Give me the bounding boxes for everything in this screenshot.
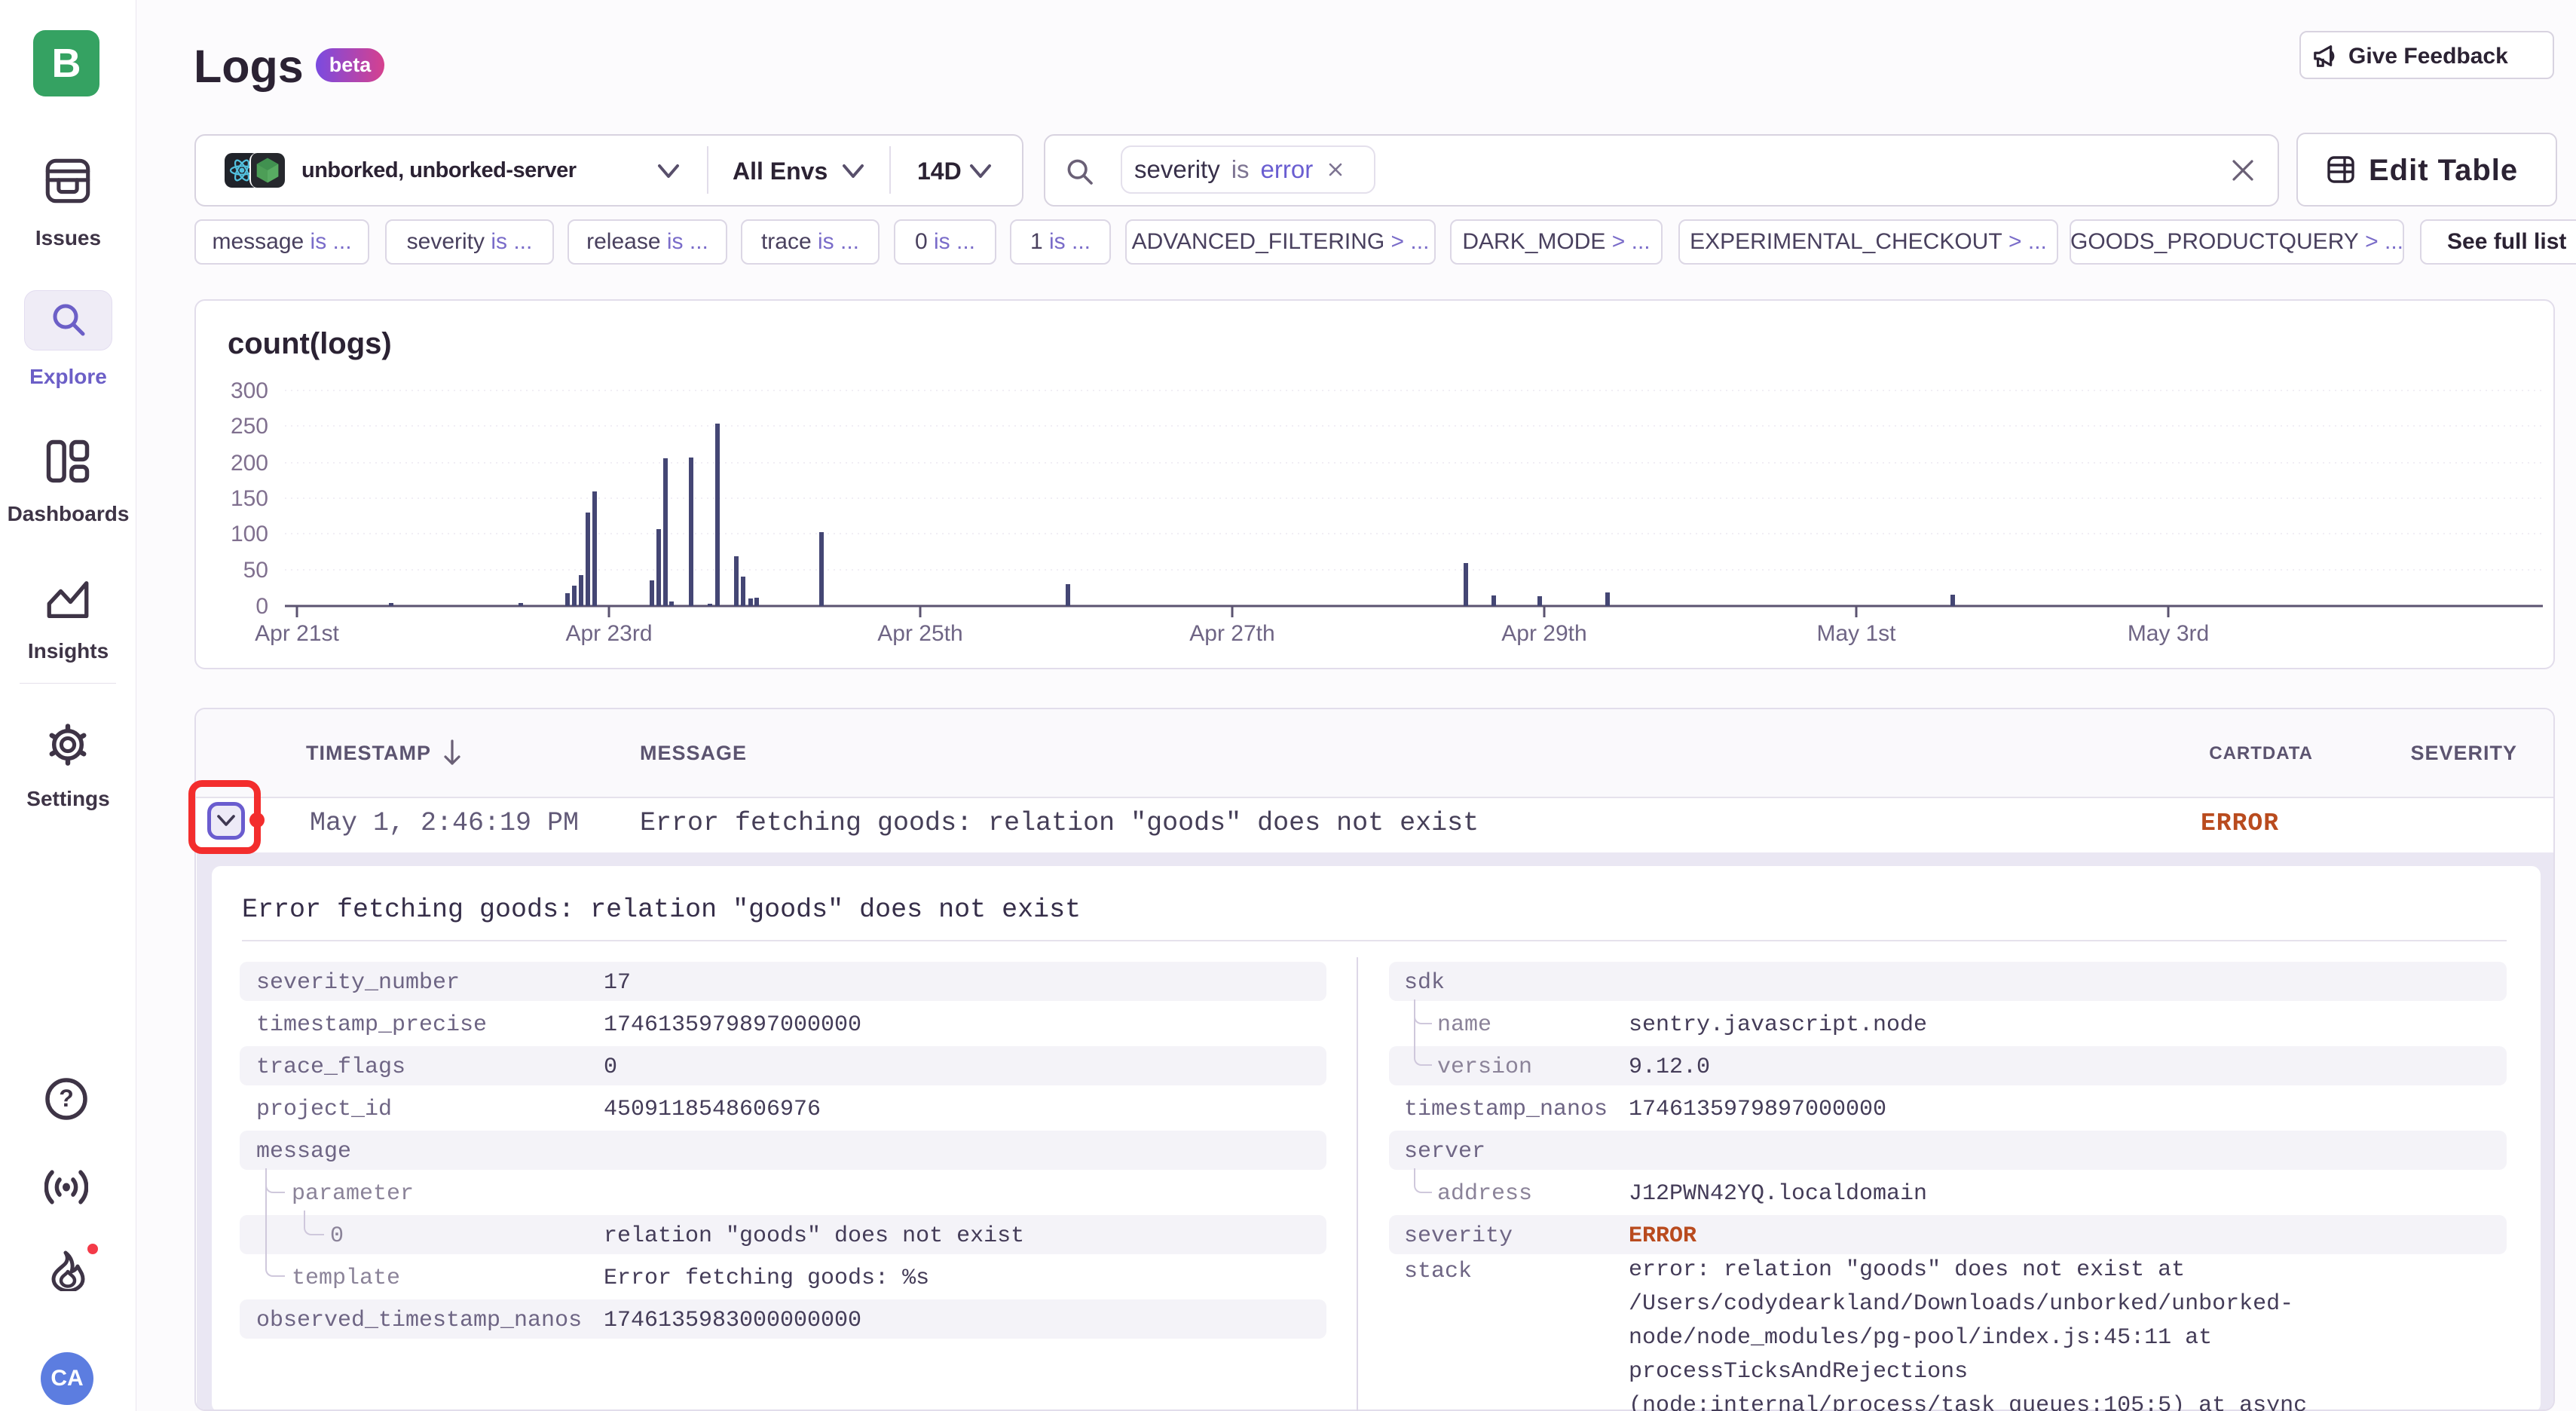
svg-text:Apr 25th: Apr 25th <box>877 621 962 646</box>
svg-text:May 3rd: May 3rd <box>2128 621 2209 646</box>
svg-text:?: ? <box>59 1085 74 1112</box>
svg-text:100: 100 <box>231 522 268 546</box>
svg-text:Apr 27th: Apr 27th <box>1189 621 1274 646</box>
svg-text:200: 200 <box>231 451 268 476</box>
svg-text:Apr 21st: Apr 21st <box>255 621 339 646</box>
svg-text:May 1st: May 1st <box>1816 621 1896 646</box>
svg-text:50: 50 <box>243 558 268 583</box>
svg-text:150: 150 <box>231 486 268 511</box>
svg-text:0: 0 <box>255 594 268 619</box>
svg-text:250: 250 <box>231 414 268 439</box>
svg-text:Apr 23rd: Apr 23rd <box>565 621 652 646</box>
svg-text:300: 300 <box>231 378 268 403</box>
svg-text:Apr 29th: Apr 29th <box>1501 621 1586 646</box>
